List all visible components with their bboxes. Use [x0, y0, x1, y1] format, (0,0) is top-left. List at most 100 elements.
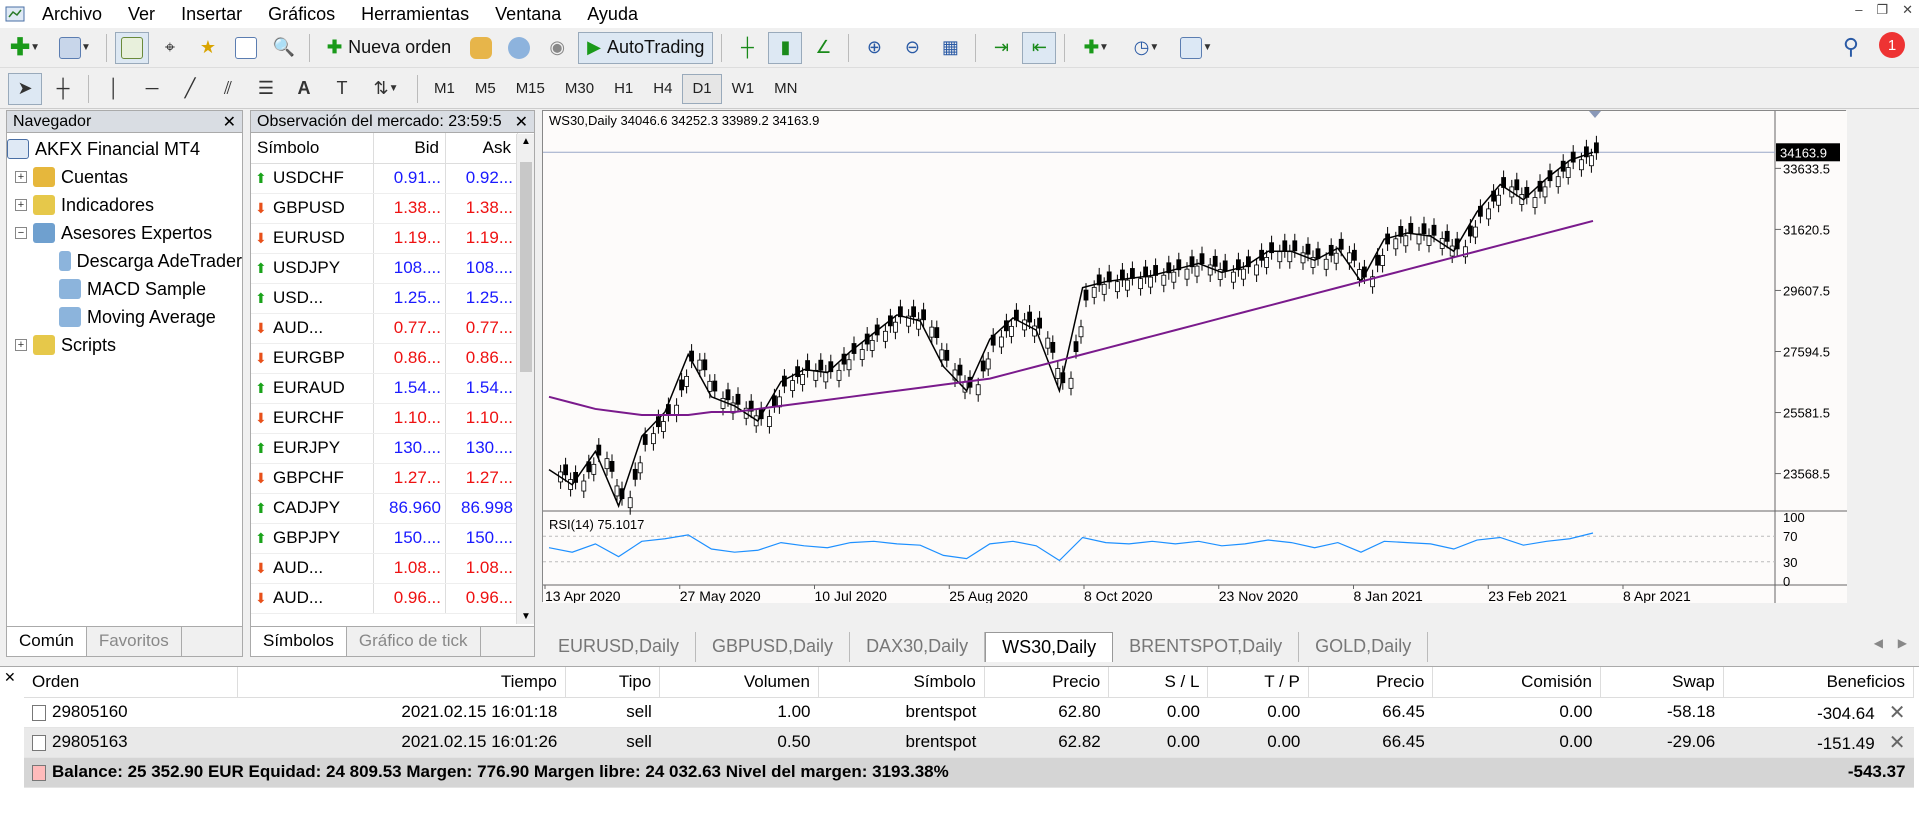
minimize-icon[interactable]: – [1855, 2, 1862, 18]
notification-badge[interactable]: 1 [1879, 32, 1905, 58]
terminal-column-header[interactable]: Símbolo [818, 667, 985, 698]
terminal-column-header[interactable]: Comisión [1432, 667, 1601, 698]
zoom-in-button[interactable]: ⊕ [857, 32, 891, 64]
chart-tab[interactable]: GBPUSD,Daily [696, 632, 851, 662]
market-watch-row[interactable]: ⬆ EURAUD 1.54... 1.54... [251, 373, 518, 404]
navigator-item[interactable]: Moving Average [7, 303, 242, 331]
timeframe-h1[interactable]: H1 [604, 74, 643, 104]
terminal-column-header[interactable]: S / L [1108, 667, 1209, 698]
market-watch-row[interactable]: ⬇ EURUSD 1.19... 1.19... [251, 223, 518, 254]
terminal-column-header[interactable]: T / P [1207, 667, 1309, 698]
navigator-item[interactable]: Descarga AdeTrader [7, 247, 242, 275]
navigator-item[interactable]: + Indicadores [7, 191, 242, 219]
terminal-column-header[interactable]: Tiempo [237, 667, 566, 698]
timeframe-m15[interactable]: M15 [506, 74, 555, 104]
new-chart-button[interactable]: ✚ ▼ [2, 32, 48, 64]
strategy-tester-button[interactable]: 🔍 [267, 32, 301, 64]
market-watch-tab[interactable]: Gráfico de tick [347, 627, 481, 656]
column-header[interactable]: Ask [445, 133, 518, 164]
text-button[interactable]: A [287, 73, 321, 105]
menu-ver[interactable]: Ver [116, 4, 169, 25]
chart-tab[interactable]: DAX30,Daily [850, 632, 986, 662]
menu-archivo[interactable]: Archivo [30, 4, 116, 25]
market-watch-row[interactable]: ⬆ USD... 1.25... 1.25... [251, 283, 518, 314]
market-watch-row[interactable]: ⬇ EURCHF 1.10... 1.10... [251, 403, 518, 434]
trendline-button[interactable]: ╱ [173, 73, 207, 105]
terminal-button[interactable] [229, 32, 263, 64]
terminal-column-header[interactable]: Precio [984, 667, 1110, 698]
navigator-item[interactable]: MACD Sample [7, 275, 242, 303]
terminal-column-header[interactable]: Tipo [565, 667, 661, 698]
menu-herramientas[interactable]: Herramientas [349, 4, 483, 25]
restore-icon[interactable]: ❐ [1876, 2, 1888, 18]
fibonacci-button[interactable]: ☰ [249, 73, 283, 105]
expander-icon[interactable]: + [15, 171, 27, 183]
equidistant-channel-button[interactable]: ⫽ [211, 73, 245, 105]
candlesticks-button[interactable]: ▮ [768, 31, 803, 64]
chart-shift-button[interactable]: ⇤ [1022, 31, 1057, 64]
line-chart-button[interactable]: ∠ [806, 32, 840, 64]
expander-icon[interactable]: − [15, 227, 27, 239]
market-watch-row[interactable]: ⬆ USDJPY 108.... 108.... [251, 253, 518, 284]
community-button[interactable] [502, 32, 536, 64]
data-window-button[interactable]: ⌖ [153, 32, 187, 64]
scrollbar-thumb[interactable] [520, 162, 532, 372]
timeframe-h4[interactable]: H4 [643, 74, 682, 104]
metaeditor-button[interactable] [464, 32, 498, 64]
market-watch-tab[interactable]: Símbolos [251, 627, 347, 656]
tab-scroll-right-icon[interactable]: ▶ [1898, 636, 1907, 650]
chart-tab[interactable]: EURUSD,Daily [542, 632, 697, 662]
close-order-icon[interactable]: ✕ [1889, 732, 1906, 754]
text-label-button[interactable]: T [325, 73, 359, 105]
market-watch-row[interactable]: ⬇ GBPUSD 1.38... 1.38... [251, 193, 518, 224]
chart-tab[interactable]: WS30,Daily [985, 632, 1114, 662]
price-chart[interactable]: WS30,Daily 34046.6 34252.3 33989.2 34163… [543, 111, 1919, 603]
timeframe-d1[interactable]: D1 [682, 73, 722, 104]
autotrading-button[interactable]: ▶ AutoTrading [578, 31, 714, 64]
market-watch-row[interactable]: ⬇ AUD... 1.08... 1.08... [251, 553, 518, 584]
terminal-column-header[interactable]: Volumen [659, 667, 820, 698]
market-watch-row[interactable]: ⬇ AUD... 0.77... 0.77... [251, 313, 518, 344]
scroll-up-icon[interactable]: ▲ [521, 136, 531, 147]
bar-chart-button[interactable]: ┼ [730, 32, 764, 64]
timeframe-w1[interactable]: W1 [722, 74, 765, 104]
column-header[interactable]: Bid [373, 133, 446, 164]
arrows-button[interactable]: ⇅ ▼ [363, 73, 409, 105]
menu-insertar[interactable]: Insertar [169, 4, 256, 25]
close-icon[interactable]: ✕ [1902, 2, 1913, 18]
market-watch-row[interactable]: ⬇ GBPCHF 1.27... 1.27... [251, 463, 518, 494]
market-watch-row[interactable]: ⬆ EURJPY 130.... 130.... [251, 433, 518, 464]
crosshair-button[interactable]: ┼ [46, 73, 80, 105]
market-watch-row[interactable]: ⬆ GBPJPY 150.... 150.... [251, 523, 518, 554]
expander-icon[interactable]: + [15, 199, 27, 211]
market-watch-button[interactable] [115, 31, 149, 64]
market-watch-row[interactable]: ⬇ AUD... 0.96... 0.96... [251, 583, 518, 614]
autoscroll-button[interactable]: ⇥ [984, 32, 1018, 64]
menu-ayuda[interactable]: Ayuda [575, 4, 652, 25]
timeframe-mn[interactable]: MN [764, 74, 807, 104]
chart-tab[interactable]: BRENTSPOT,Daily [1113, 632, 1300, 662]
cursor-button[interactable]: ➤ [8, 72, 42, 105]
zoom-out-button[interactable]: ⊖ [895, 32, 929, 64]
tab-scroll-left-icon[interactable]: ◀ [1874, 636, 1883, 650]
menu-ventana[interactable]: Ventana [483, 4, 575, 25]
navigator-root[interactable]: AKFX Financial MT4 [7, 135, 242, 163]
terminal-column-header[interactable]: Orden [24, 667, 238, 698]
timeframe-m5[interactable]: M5 [465, 74, 506, 104]
chart-tab[interactable]: GOLD,Daily [1299, 632, 1429, 662]
menu-gráficos[interactable]: Gráficos [256, 4, 349, 25]
market-watch-close-icon[interactable]: ✕ [515, 112, 528, 132]
profiles-button[interactable]: ▼ [52, 32, 98, 64]
timeframe-m1[interactable]: M1 [424, 74, 465, 104]
periods-button[interactable]: ◷ ▼ [1123, 32, 1169, 64]
terminal-column-header[interactable]: Beneficios [1723, 667, 1915, 698]
templates-button[interactable]: ▼ [1173, 32, 1219, 64]
tile-windows-button[interactable]: ▦ [933, 32, 967, 64]
market-watch-row[interactable]: ⬇ EURGBP 0.86... 0.86... [251, 343, 518, 374]
navigator-tab[interactable]: Común [7, 627, 87, 656]
terminal-column-header[interactable]: Swap [1600, 667, 1724, 698]
horizontal-line-button[interactable]: ─ [135, 73, 169, 105]
signals-button[interactable]: ◉ [540, 32, 574, 64]
timeframe-m30[interactable]: M30 [555, 74, 604, 104]
navigator-item[interactable]: + Cuentas [7, 163, 242, 191]
